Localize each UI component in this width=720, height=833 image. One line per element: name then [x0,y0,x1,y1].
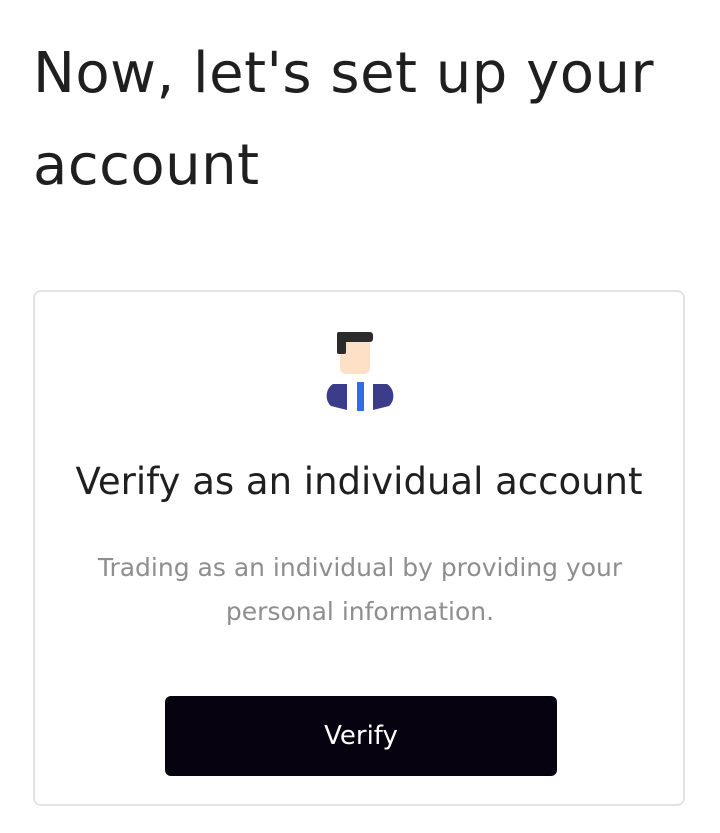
suit-right-shape [373,384,394,410]
hair-side-shape [337,332,346,354]
tie-shape [357,382,364,411]
card-title: Verify as an individual account [75,460,643,503]
individual-person-icon [326,332,394,411]
page-title: Now, let's set up your account [33,41,655,198]
suit-left-shape [326,384,347,410]
verify-button[interactable]: Verify [165,696,557,776]
card-description: Trading as an individual by providing yo… [97,553,623,626]
individual-account-card[interactable]: Verify as an individual account Trading … [33,290,685,806]
